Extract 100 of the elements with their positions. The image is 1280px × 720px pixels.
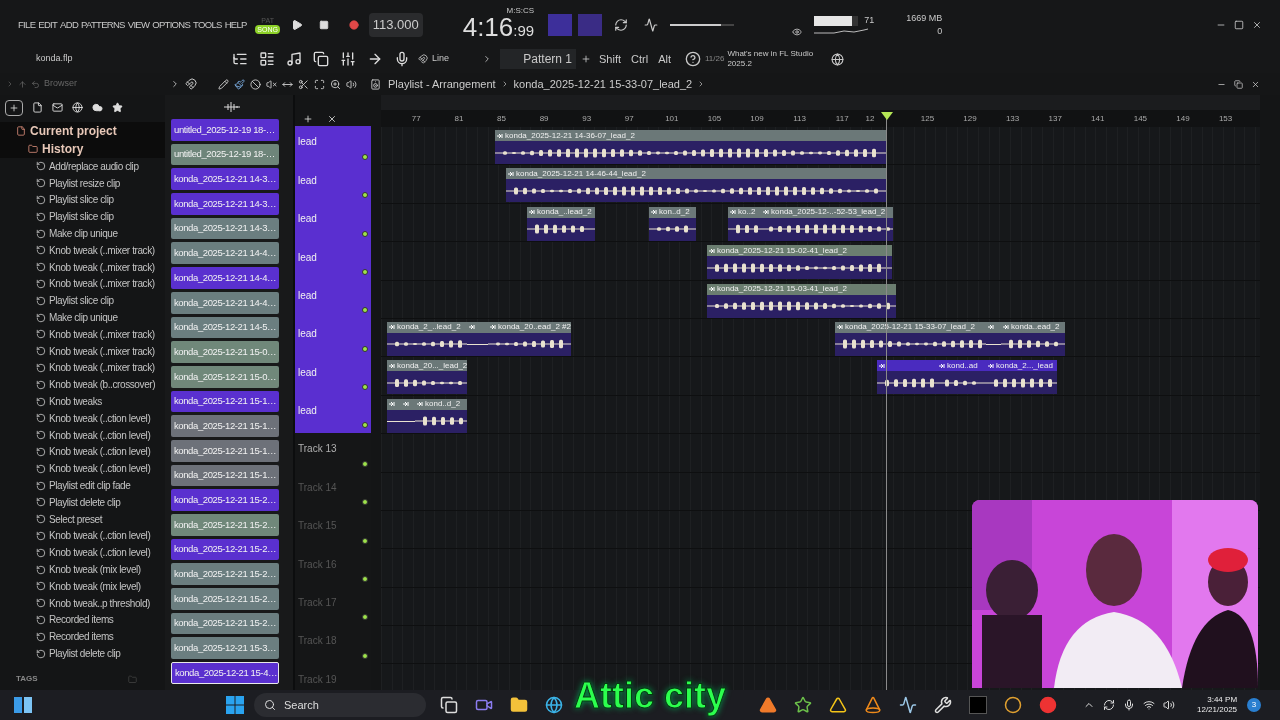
clip-header[interactable]: konda_2025-12-21 14-36-07_lead_2 [495, 130, 886, 141]
close-icon[interactable] [1252, 20, 1262, 30]
clip-list-item[interactable]: konda_2025-12-21 14-4… [171, 267, 279, 289]
pencil-icon[interactable] [218, 78, 229, 90]
track-header[interactable]: lead [295, 395, 371, 434]
magnet-icon[interactable] [418, 54, 428, 64]
clip-list-item[interactable]: konda_2025-12-21 15-2… [171, 514, 279, 536]
clip-list-item[interactable]: konda_2025-12-21 15-1… [171, 390, 279, 413]
clip-header[interactable] [387, 398, 401, 410]
clip-list-item[interactable]: konda_2025-12-21 15-1… [171, 464, 279, 487]
undo-step[interactable]: Knob tweak (mix level) [0, 561, 165, 578]
add-track-icon[interactable] [303, 114, 313, 125]
eye-icon[interactable] [792, 27, 803, 37]
menu-item[interactable]: HELP [224, 17, 247, 32]
record-icon[interactable] [1039, 696, 1057, 714]
clip-list-item[interactable]: konda_2025-12-21 15-0… [171, 341, 279, 363]
menu-item[interactable]: VIEW [127, 17, 150, 32]
pattern-selector[interactable]: Pattern 1 [500, 49, 576, 69]
undo-step[interactable]: Playlist slice clip [0, 292, 165, 310]
clip-list-item[interactable]: konda_2025-12-21 14-5… [171, 316, 279, 339]
file-icon[interactable] [32, 102, 43, 113]
undo-step[interactable]: Knob tweak (..mixer track) [0, 342, 165, 360]
search-field[interactable]: Search [254, 693, 426, 717]
tree-item[interactable]: History [0, 140, 165, 158]
globe-icon[interactable] [831, 52, 845, 66]
track-header[interactable]: lead [295, 241, 371, 280]
track-header[interactable]: lead [295, 356, 371, 396]
menu-item[interactable]: TOOLS [193, 17, 222, 32]
clip-list-item[interactable]: konda_2025-12-21 15-1… [171, 415, 279, 437]
undo-step[interactable]: Playlist slice clip [0, 191, 165, 209]
menu-item[interactable]: OPTIONS [152, 17, 191, 32]
folder-icon[interactable] [510, 696, 528, 714]
playhead-marker[interactable] [881, 112, 893, 120]
list-icon[interactable] [259, 51, 275, 67]
mute-icon[interactable] [266, 78, 277, 90]
undo-step[interactable]: Knob tweak (..ction level) [0, 426, 165, 444]
undo-step[interactable]: Knob tweak..p threshold) [0, 594, 165, 612]
clip-list-item[interactable]: konda_2025-12-21 15-2… [171, 588, 279, 610]
tree-item[interactable]: Current project [0, 122, 165, 140]
undo-step[interactable]: Playlist delete clip [0, 493, 165, 511]
clip-header[interactable]: konda_20..._lead_2 [387, 360, 467, 372]
tree-icon[interactable] [232, 51, 248, 67]
restore-icon[interactable] [1234, 79, 1243, 89]
cone-icon[interactable] [864, 696, 882, 714]
tools-icon[interactable] [934, 696, 952, 714]
notification-badge[interactable]: 3 [1247, 698, 1262, 712]
piano-roll-icon[interactable] [286, 51, 302, 67]
clip-list-item[interactable]: konda_2025-12-21 15-2… [171, 563, 279, 586]
undo-step[interactable]: Playlist delete clip [0, 645, 165, 662]
close-icon[interactable] [327, 114, 337, 125]
menu-item[interactable]: PATTERNS [81, 17, 125, 32]
playback-icon[interactable] [346, 78, 357, 90]
news-link[interactable]: What's new in FL Studio 2025.2 [727, 49, 818, 69]
undo-step[interactable]: Knob tweak (..ction level) [0, 544, 165, 562]
slice-icon[interactable] [298, 78, 309, 90]
undo-step[interactable]: Add/replace audio clip [0, 158, 165, 175]
globe-icon[interactable] [72, 102, 83, 113]
clip-list-item[interactable]: konda_2025-12-21 14-4… [171, 291, 279, 314]
record-icon[interactable] [348, 20, 359, 30]
pitch-icon[interactable] [644, 18, 659, 32]
clip-header[interactable]: kond..d_2 [415, 398, 467, 410]
brush-icon[interactable] [234, 78, 245, 90]
clip-header[interactable]: konda_2025-12-21 15-33-07_lead_2 [835, 321, 986, 333]
undo-step[interactable]: Recorded items [0, 628, 165, 646]
mixer-icon[interactable] [340, 51, 356, 67]
undo-step[interactable]: Knob tweak (..mixer track) [0, 275, 165, 293]
clip-header[interactable]: konda_2025-12-21 15-03-41_lead_2 [707, 283, 896, 295]
clip-header[interactable]: konda..ead_2 [1001, 321, 1065, 333]
track-header[interactable]: lead [295, 203, 371, 242]
clip-header[interactable]: konda_2025-12-21 14-46-44_lead_2 [506, 168, 886, 180]
menu-item[interactable]: ADD [60, 17, 79, 32]
clip-list-item[interactable]: untitled_2025-12-19 18-… [171, 119, 279, 141]
network-icon[interactable] [1143, 699, 1155, 711]
clip-list-item[interactable]: konda_2025-12-21 15-2… [171, 489, 279, 511]
clip-header[interactable]: kon..d_2 [649, 206, 696, 218]
clip-list-item[interactable]: konda_2025-12-21 14-3… [171, 168, 279, 191]
clip-list-item[interactable]: konda_2025-12-21 15-0… [171, 365, 279, 388]
undo-step[interactable]: Recorded items [0, 611, 165, 629]
app-icon[interactable] [794, 696, 812, 714]
clip-list-item[interactable]: konda_2025-12-21 15-3… [171, 637, 279, 660]
clip-list-item[interactable]: konda_2025-12-21 15-2… [171, 538, 279, 561]
browser-icon[interactable] [545, 696, 563, 714]
chevron-icon[interactable] [482, 54, 492, 64]
undo-step[interactable]: Knob tweak (..ction level) [0, 460, 165, 478]
sync-icon[interactable] [1103, 699, 1115, 711]
menu-item[interactable]: FILE [18, 17, 36, 32]
undo-step[interactable]: Playlist edit clip fade [0, 477, 165, 494]
widgets-icon[interactable] [14, 697, 32, 713]
cloud-icon[interactable] [92, 102, 103, 113]
undo-step[interactable]: Playlist slice clip [0, 208, 165, 226]
microphone-icon[interactable] [394, 51, 410, 67]
snap-dropdown[interactable]: Line [432, 52, 482, 66]
speaker-icon[interactable] [370, 78, 381, 90]
undo-step[interactable]: Knob tweak (..ction level) [0, 409, 165, 427]
undo-step[interactable]: Knob tweak (..mixer track) [0, 359, 165, 377]
clip-header[interactable]: ko..2 [728, 206, 761, 218]
clip-header[interactable]: konda_..lead_2 [527, 206, 595, 218]
clip-list-item[interactable]: konda_2025-12-21 15-1… [171, 439, 279, 462]
tempo-field[interactable]: 113.000 [368, 13, 423, 37]
modifier-key[interactable]: Alt [658, 50, 671, 68]
